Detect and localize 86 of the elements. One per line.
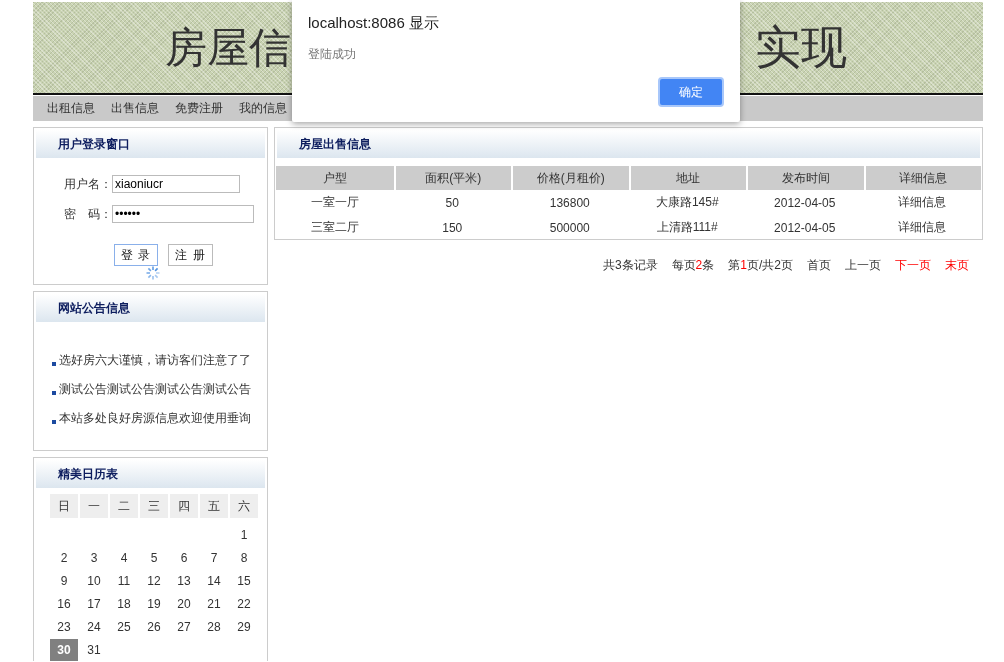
table-cell-text: 2012-04-05 [773, 219, 837, 237]
calendar-day[interactable]: 13 [170, 570, 198, 593]
calendar-day[interactable]: 3 [80, 547, 108, 570]
notice-link[interactable]: 测试公告测试公告测试公告测试公告 [59, 381, 251, 398]
pager-info: 共3条记录 [602, 257, 658, 274]
calendar-day[interactable]: 7 [200, 547, 228, 570]
calendar-day[interactable]: 8 [230, 547, 258, 570]
calendar-day[interactable]: 4 [110, 547, 138, 570]
calendar-day[interactable]: 2 [50, 547, 78, 570]
table-cell-text: 50 [444, 194, 460, 212]
calendar-day[interactable]: 14 [200, 570, 228, 593]
pager-info: 每页2条 [671, 257, 715, 274]
calendar-day[interactable]: 28 [200, 616, 228, 639]
weekday-header: 日 [50, 494, 78, 518]
calendar-day[interactable]: 11 [110, 570, 138, 593]
table-cell-text: 136800 [548, 194, 591, 212]
calendar-day[interactable]: 26 [140, 616, 168, 639]
calendar-day[interactable]: 20 [170, 593, 198, 616]
column-header: 面积(平米) [393, 166, 511, 190]
detail-link[interactable]: 详细信息 [863, 190, 981, 215]
calendar-day[interactable]: 27 [170, 616, 198, 639]
calendar-day[interactable]: 17 [80, 593, 108, 616]
calendar-day[interactable]: 21 [200, 593, 228, 616]
column-header: 价格(月租价) [511, 166, 629, 190]
calendar-day[interactable]: 1 [230, 524, 258, 547]
username-field[interactable]: xiaoniucr [112, 175, 240, 193]
column-header: 户型 [276, 166, 394, 190]
table-cell-text: 500000 [548, 219, 591, 237]
weekday-header: 四 [170, 494, 198, 518]
notice-link[interactable]: 选好房六大谨慎，请访客们注意了了 [59, 352, 251, 369]
detail-link[interactable]: 详细信息 [863, 215, 981, 240]
calendar-day[interactable]: 29 [230, 616, 258, 639]
table-cell-text: 三室二厅 [309, 219, 360, 236]
dialog-message: 登陆成功 [308, 46, 357, 63]
calendar-day[interactable]: 15 [230, 570, 258, 593]
calendar-day[interactable]: 5 [140, 547, 168, 570]
dialog-title: localhost:8086 显示 [308, 14, 440, 33]
weekday-header: 五 [200, 494, 228, 518]
table-cell-text: 大康路145# [654, 194, 720, 211]
register-button[interactable]: 注 册 [168, 244, 213, 266]
calendar-day[interactable]: 31 [80, 639, 108, 661]
field-label: 密 码： [64, 205, 112, 223]
calendar-day[interactable]: 10 [80, 570, 108, 593]
table-cell-text: 150 [441, 219, 464, 237]
bullet-icon [52, 419, 56, 424]
bullet-icon [52, 361, 56, 366]
panel-title: 用户登录窗口 [36, 130, 265, 158]
confirm-button[interactable]: 确定 [658, 77, 724, 107]
calendar-day[interactable]: 25 [110, 616, 138, 639]
site-title: 房屋信 [165, 22, 291, 73]
nav-link[interactable]: 免费注册 [175, 100, 223, 117]
calendar-day[interactable]: 18 [110, 593, 138, 616]
site-title: 实现 [755, 19, 847, 75]
pager-link[interactable]: 末页 [945, 257, 969, 274]
weekday-header: 一 [80, 494, 108, 518]
password-field[interactable]: •••••• [112, 205, 254, 223]
calendar-day[interactable]: 12 [140, 570, 168, 593]
weekday-header: 二 [110, 494, 138, 518]
bullet-icon [52, 390, 56, 395]
calendar-day[interactable]: 9 [50, 570, 78, 593]
weekday-header: 六 [230, 494, 258, 518]
table-cell-text: 上清路111# [655, 219, 719, 236]
calendar-day[interactable]: 6 [170, 547, 198, 570]
nav-link[interactable]: 出售信息 [111, 100, 159, 117]
calendar-day[interactable]: 23 [50, 616, 78, 639]
login-button[interactable]: 登 录 [114, 244, 159, 266]
column-header: 发布时间 [746, 166, 864, 190]
weekday-header: 三 [140, 494, 168, 518]
calendar-day[interactable]: 16 [50, 593, 78, 616]
nav-link[interactable]: 我的信息 [239, 100, 287, 117]
nav-link[interactable]: 出租信息 [47, 100, 95, 117]
pager-link[interactable]: 下一页 [895, 257, 931, 274]
column-header: 详细信息 [863, 166, 981, 190]
panel-title: 房屋出售信息 [277, 130, 980, 158]
field-label: 用户名： [64, 175, 112, 193]
notice-link[interactable]: 本站多处良好房源信息欢迎使用垂询 [59, 410, 251, 427]
calendar-day[interactable]: 30 [50, 639, 78, 661]
panel-title: 精美日历表 [36, 460, 265, 488]
calendar-day[interactable]: 22 [230, 593, 258, 616]
calendar-day[interactable]: 19 [140, 593, 168, 616]
calendar-day[interactable]: 24 [80, 616, 108, 639]
table-cell-text: 2012-04-05 [773, 194, 837, 212]
pager-info: 第1页/共2页 [728, 257, 793, 274]
column-header: 地址 [628, 166, 746, 190]
panel-title: 网站公告信息 [36, 294, 265, 322]
table-cell-text: 一室一厅 [309, 194, 360, 211]
